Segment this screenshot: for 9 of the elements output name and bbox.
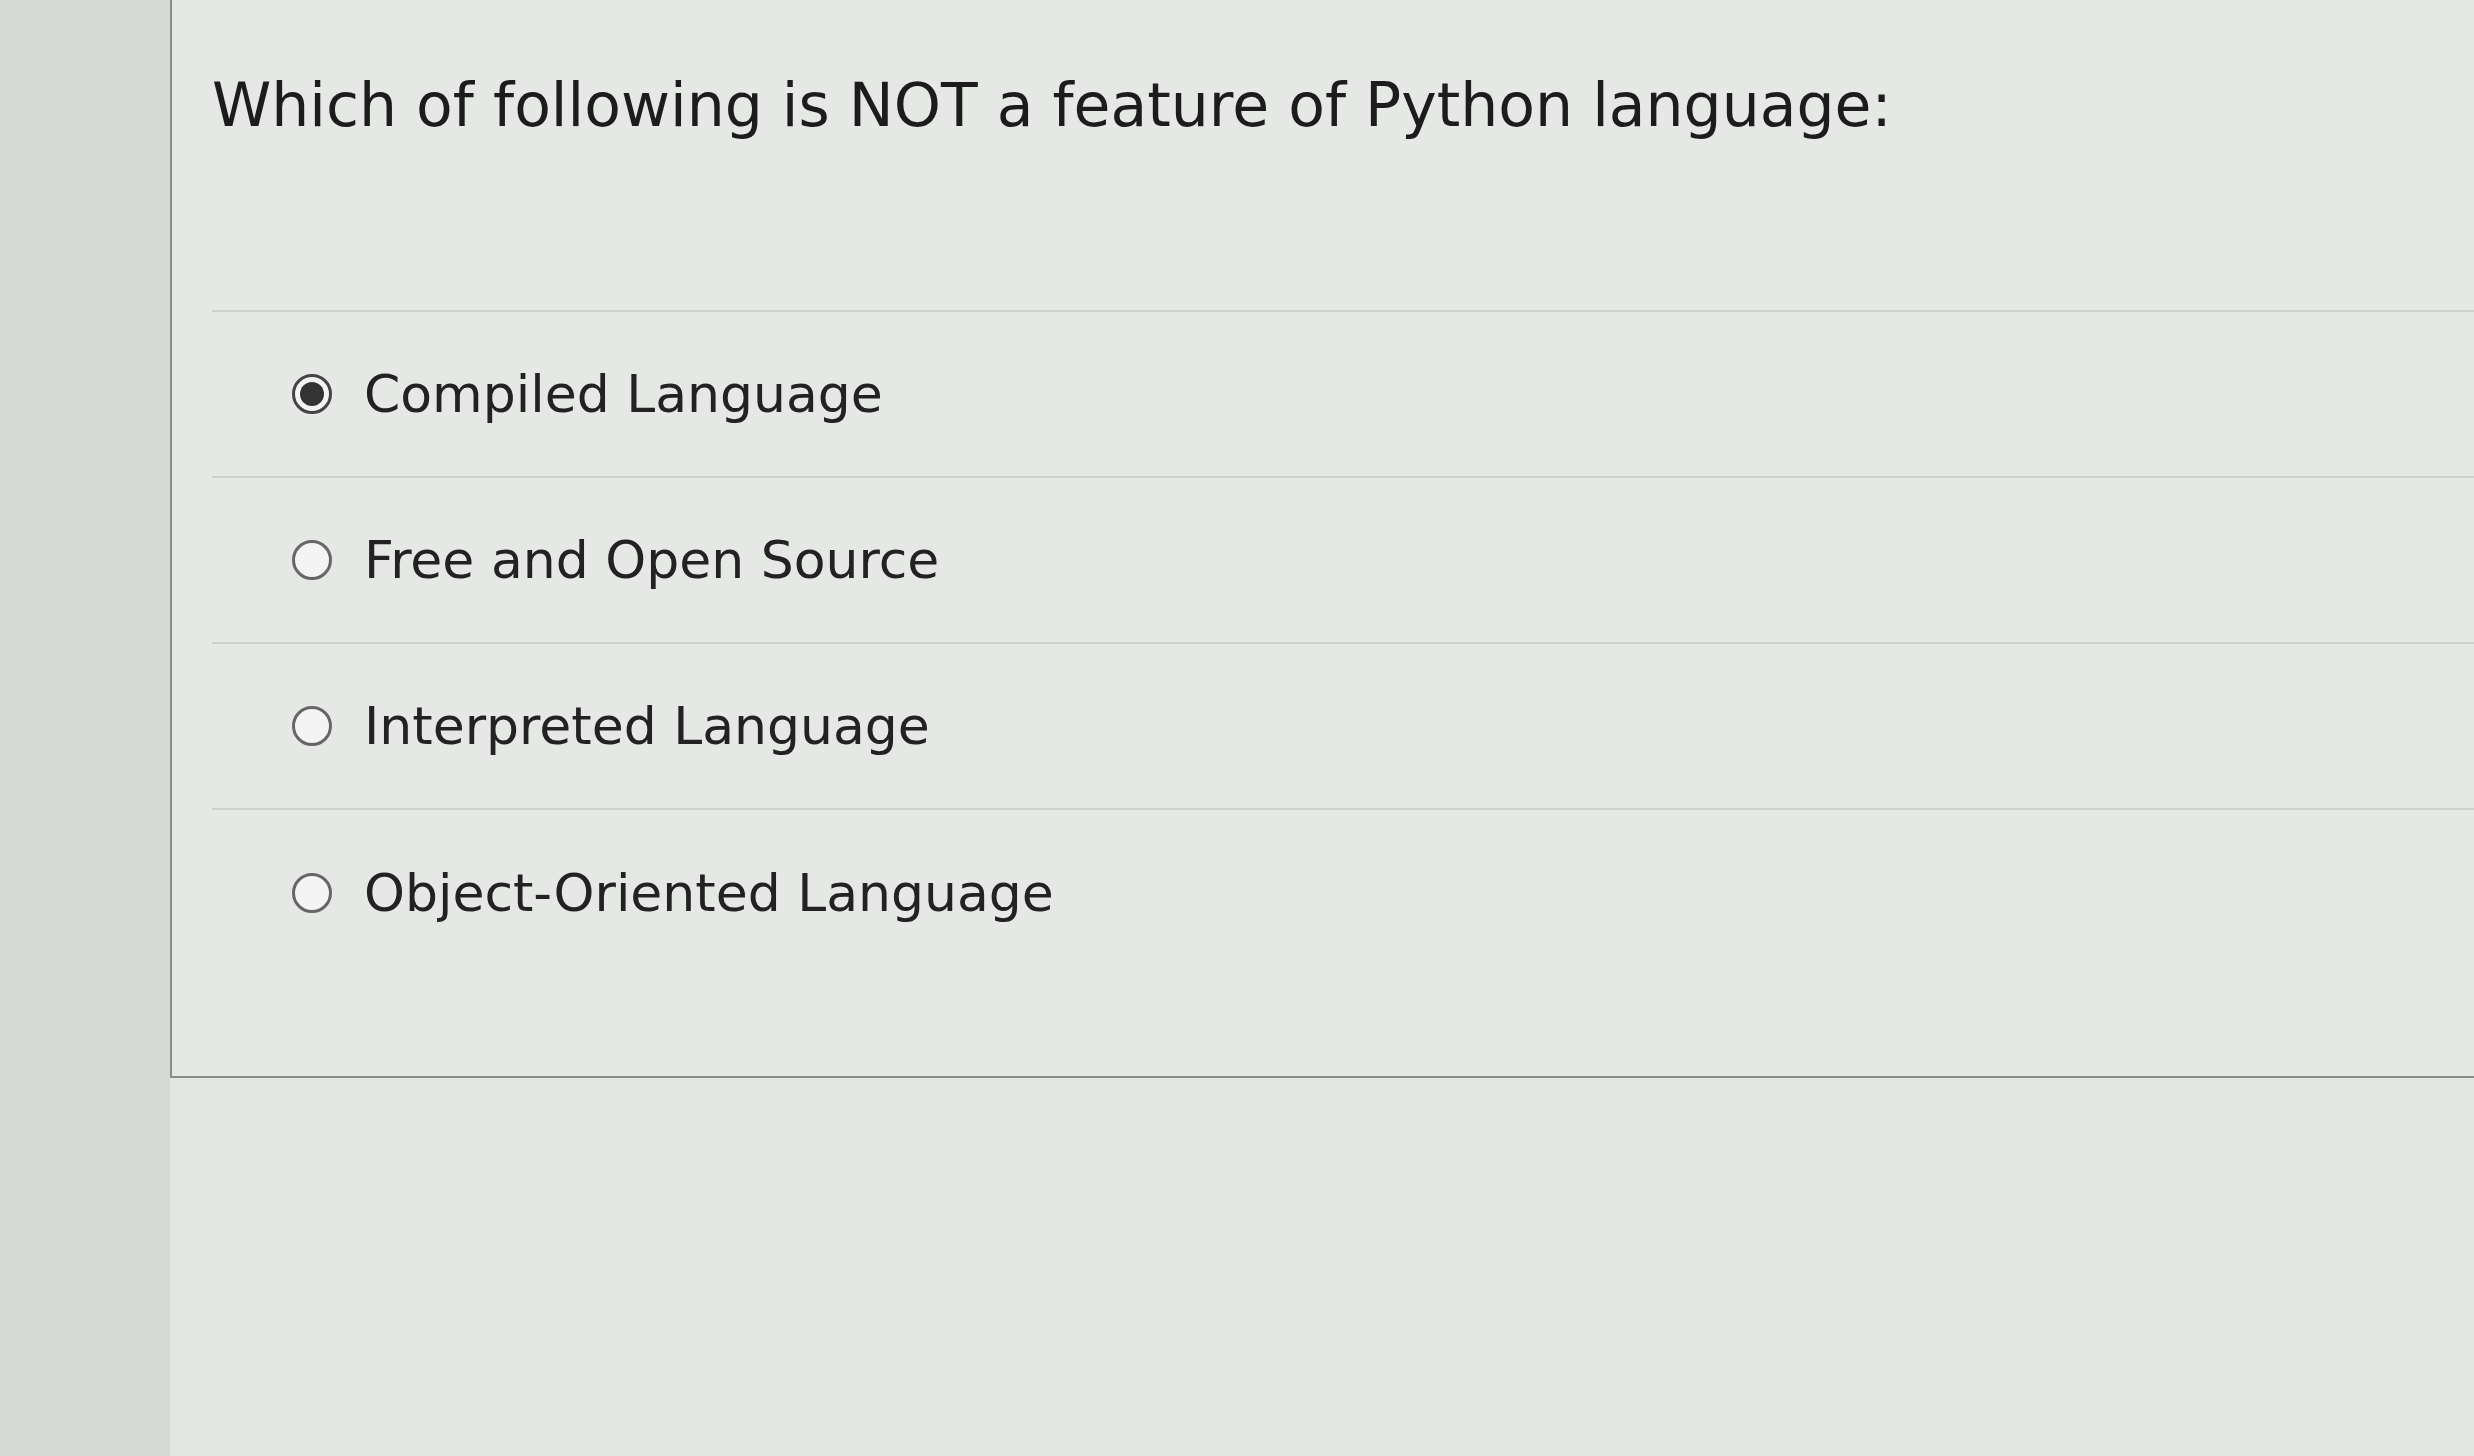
radio-button[interactable] bbox=[292, 873, 332, 913]
option-label[interactable]: Interpreted Language bbox=[364, 696, 930, 756]
radio-button[interactable] bbox=[292, 374, 332, 414]
radio-button[interactable] bbox=[292, 540, 332, 580]
question-text: Which of following is NOT a feature of Python language: bbox=[212, 70, 1893, 140]
radio-button[interactable] bbox=[292, 706, 332, 746]
option-label[interactable]: Compiled Language bbox=[364, 364, 883, 424]
option-label[interactable]: Free and Open Source bbox=[364, 530, 940, 590]
option-label[interactable]: Object-Oriented Language bbox=[364, 863, 1054, 923]
